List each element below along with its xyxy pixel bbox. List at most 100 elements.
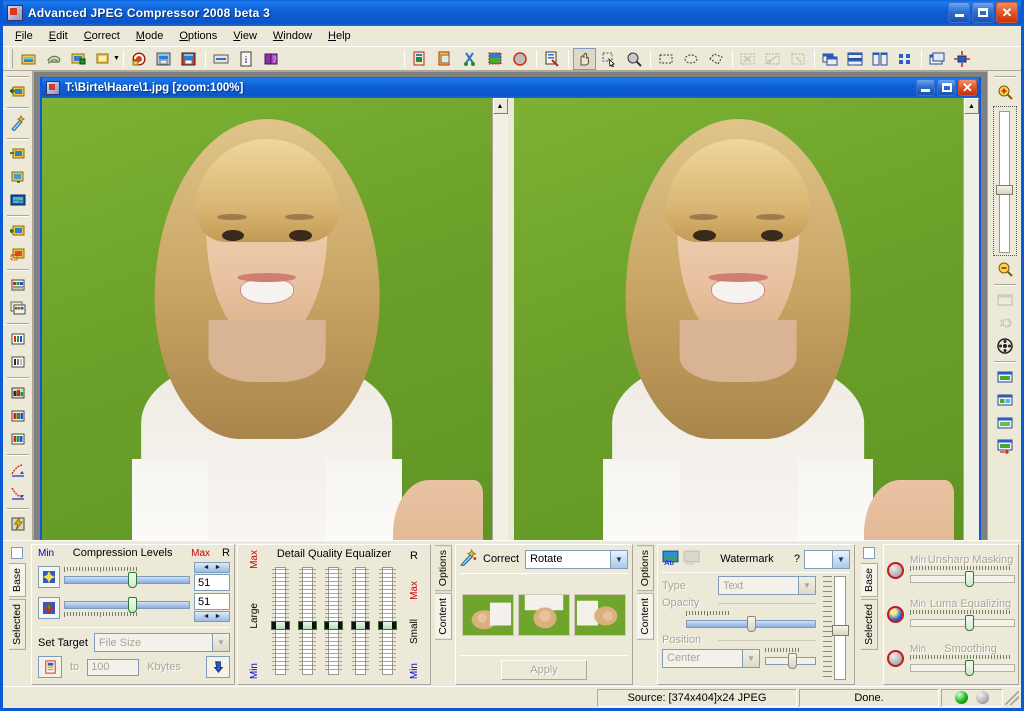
scroll-up-button[interactable]: ▲ bbox=[964, 98, 979, 114]
zoom-slider-thumb[interactable] bbox=[995, 185, 1013, 195]
luma-channel-icon[interactable] bbox=[38, 565, 60, 588]
smoothing-led-icon[interactable] bbox=[887, 650, 904, 668]
compression-enable-checkbox[interactable] bbox=[11, 547, 23, 559]
menu-window[interactable]: Window bbox=[265, 28, 320, 44]
clear-selection-icon[interactable] bbox=[787, 48, 810, 70]
menu-view[interactable]: View bbox=[225, 28, 265, 44]
equalizer-band-4[interactable] bbox=[351, 567, 371, 675]
target-mode-combo[interactable]: File Size ▼ bbox=[93, 633, 230, 652]
zoom-in-icon[interactable] bbox=[993, 81, 1017, 103]
rotate-90-ccw-thumb[interactable] bbox=[462, 593, 514, 636]
zoom-slider[interactable] bbox=[992, 106, 1017, 256]
curve-up-icon[interactable] bbox=[6, 459, 30, 481]
menu-edit[interactable]: Edit bbox=[41, 28, 76, 44]
tile-horizontal-icon[interactable] bbox=[844, 48, 867, 70]
compress-image-icon[interactable] bbox=[6, 143, 30, 165]
apply-button[interactable]: Apply bbox=[501, 660, 587, 680]
scroll-track[interactable] bbox=[492, 114, 508, 598]
magnifier-tool-icon[interactable] bbox=[623, 48, 646, 70]
open-folder-image-icon[interactable] bbox=[67, 48, 90, 70]
rename-icon[interactable] bbox=[210, 48, 233, 70]
document-close-button[interactable]: ✕ bbox=[958, 79, 977, 96]
cut-icon[interactable] bbox=[459, 48, 482, 70]
view-compare-icon[interactable] bbox=[993, 412, 1017, 434]
actual-size-icon[interactable]: 1:1 bbox=[993, 312, 1017, 334]
compression-spin-2[interactable]: ◄ ► bbox=[194, 611, 230, 622]
tab-options[interactable]: Options bbox=[434, 545, 452, 592]
region-compress-icon[interactable] bbox=[6, 243, 30, 265]
equalizer-band-5[interactable] bbox=[378, 567, 398, 675]
select-rect-tool-icon[interactable] bbox=[598, 48, 621, 70]
tab-watermark-content[interactable]: Content bbox=[636, 593, 654, 640]
cascade-windows-icon[interactable] bbox=[819, 48, 842, 70]
auto-enhance-icon[interactable] bbox=[6, 513, 30, 535]
resize-grip[interactable] bbox=[1005, 690, 1019, 705]
info-icon[interactable]: i bbox=[235, 48, 258, 70]
watermark-scale-slider[interactable] bbox=[765, 653, 816, 669]
fit-window-icon[interactable] bbox=[993, 289, 1017, 311]
tab-enhance-base[interactable]: Base bbox=[860, 563, 878, 597]
palette-stack-icon[interactable] bbox=[6, 297, 30, 319]
result-image[interactable] bbox=[513, 98, 963, 614]
curve-down-icon[interactable] bbox=[6, 482, 30, 504]
tab-base[interactable]: Base bbox=[8, 563, 26, 597]
save-as-icon[interactable] bbox=[178, 48, 201, 70]
color-balance-icon[interactable] bbox=[6, 428, 30, 450]
open-image-icon[interactable] bbox=[17, 48, 40, 70]
watermark-preset-combo[interactable]: ▼ bbox=[804, 549, 850, 569]
menu-help[interactable]: Help bbox=[320, 28, 359, 44]
luma-equalizing-slider[interactable] bbox=[910, 615, 1015, 632]
tab-watermark-options[interactable]: Options bbox=[636, 545, 654, 592]
tab-content[interactable]: Content bbox=[434, 593, 452, 640]
monitor-preview-icon[interactable] bbox=[6, 189, 30, 211]
cut-selection-icon[interactable] bbox=[737, 48, 760, 70]
view-export-icon[interactable] bbox=[993, 435, 1017, 457]
compression-value-1[interactable]: 51 bbox=[194, 574, 230, 591]
marquee-ellipse-icon[interactable] bbox=[680, 48, 703, 70]
histogram-icon[interactable] bbox=[6, 382, 30, 404]
stop-icon[interactable] bbox=[509, 48, 532, 70]
equalizer-band-2[interactable] bbox=[297, 567, 317, 675]
chroma-channel-icon[interactable] bbox=[38, 596, 60, 619]
compression-spin-1[interactable]: ◄ ► bbox=[194, 562, 230, 573]
crop-icon[interactable] bbox=[484, 48, 507, 70]
equalizer-band-3[interactable] bbox=[324, 567, 344, 675]
preview-image-icon[interactable] bbox=[6, 166, 30, 188]
film-reel-icon[interactable] bbox=[993, 335, 1017, 357]
watermark-icon[interactable]: Ab bbox=[662, 549, 679, 569]
watermark-opacity-slider[interactable] bbox=[686, 616, 816, 632]
help-book-icon[interactable]: ? bbox=[260, 48, 283, 70]
target-size-icon[interactable] bbox=[38, 656, 62, 678]
menu-file[interactable]: File bbox=[7, 28, 41, 44]
compression-value-2[interactable]: 51 bbox=[194, 593, 230, 610]
batch-dropdown-caret[interactable]: ▼ bbox=[113, 55, 120, 62]
scroll-track[interactable] bbox=[964, 114, 979, 598]
marquee-rect-icon[interactable] bbox=[655, 48, 678, 70]
unsharp-masking-led-icon[interactable] bbox=[887, 561, 904, 579]
toolbar-grip[interactable] bbox=[8, 49, 13, 68]
zoom-out-icon[interactable] bbox=[993, 258, 1017, 280]
source-image[interactable] bbox=[42, 98, 492, 614]
watermark-position-combo[interactable]: Center ▼ bbox=[662, 648, 760, 668]
grayscale-bars-icon[interactable] bbox=[6, 351, 30, 373]
rgb-channels-icon[interactable] bbox=[6, 328, 30, 350]
tab-enhance-selected[interactable]: Selected bbox=[860, 598, 878, 650]
result-vertical-scrollbar[interactable]: ▲ ▼ bbox=[963, 98, 979, 614]
watermark-vertical-slider[interactable] bbox=[823, 576, 849, 680]
luma-equalizing-led-icon[interactable] bbox=[887, 605, 904, 623]
close-button[interactable]: ✕ bbox=[996, 2, 1018, 23]
correct-operation-combo[interactable]: Rotate ▼ bbox=[525, 549, 628, 569]
magic-correct-icon[interactable] bbox=[6, 112, 30, 134]
apply-target-icon[interactable] bbox=[206, 656, 230, 678]
marquee-polygon-icon[interactable] bbox=[705, 48, 728, 70]
scan-image-icon[interactable] bbox=[42, 48, 65, 70]
hand-tool-icon[interactable] bbox=[572, 47, 596, 70]
watermark-preview-icon[interactable]: Ab bbox=[683, 549, 700, 569]
smoothing-slider[interactable] bbox=[910, 659, 1015, 676]
arrange-icons-icon[interactable] bbox=[894, 48, 917, 70]
target-value-input[interactable]: 100 bbox=[87, 658, 140, 676]
open-image-icon[interactable] bbox=[6, 81, 30, 103]
center-window-icon[interactable] bbox=[951, 48, 974, 70]
menu-correct[interactable]: Correct bbox=[76, 28, 128, 44]
source-image-pane[interactable]: ▲ ▼ bbox=[42, 98, 508, 614]
